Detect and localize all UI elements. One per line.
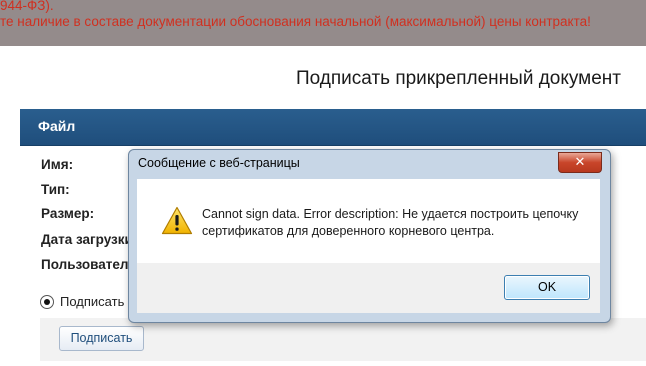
sign-button[interactable]: Подписать	[59, 326, 144, 351]
file-type-label: Тип:	[41, 182, 70, 197]
upload-date-label: Дата загрузки	[41, 232, 133, 247]
close-icon: ✕	[574, 154, 586, 169]
dialog-content: Cannot sign data. Error description: Не …	[137, 179, 600, 263]
file-size-label: Размер:	[41, 206, 95, 221]
user-label: Пользователь	[41, 257, 137, 272]
sign-option-radio[interactable]	[40, 295, 54, 309]
error-message: Cannot sign data. Error description: Не …	[202, 207, 579, 238]
warning-icon	[161, 206, 193, 235]
ok-button[interactable]: OK	[504, 275, 590, 300]
close-button[interactable]: ✕	[558, 152, 602, 173]
file-section-header: Файл	[20, 109, 646, 146]
panel-title: Подписать прикрепленный документ	[296, 68, 622, 89]
sign-option-label: Подписать п	[60, 294, 135, 309]
file-section-title: Файл	[38, 118, 76, 134]
background-text-line-2: те наличие в составе документации обосно…	[0, 14, 591, 29]
message-dialog: Сообщение с веб-страницы ✕ Cannot sign d…	[128, 149, 611, 323]
background-text-line-1: 944-ФЗ).	[0, 0, 54, 13]
dialog-title: Сообщение с веб-страницы	[138, 156, 300, 170]
file-name-label: Имя:	[41, 157, 74, 172]
